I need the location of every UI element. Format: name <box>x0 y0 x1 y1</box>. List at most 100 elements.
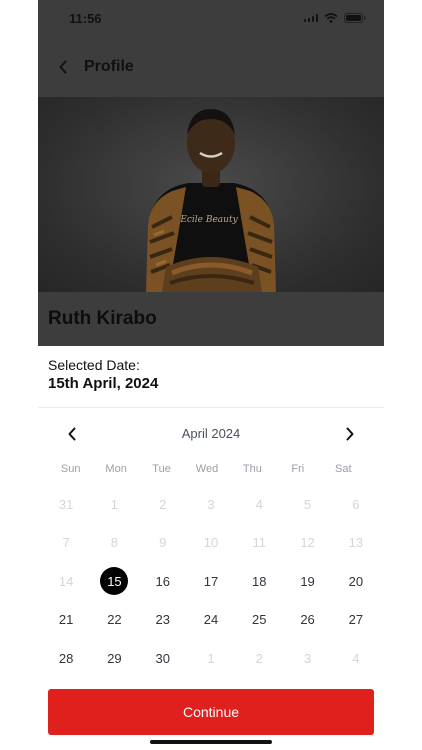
calendar-day-number: 10 <box>203 535 219 551</box>
calendar-day-number: 2 <box>255 650 263 666</box>
status-bar: 11:56 <box>38 0 384 38</box>
selected-date-label: Selected Date: <box>48 357 140 373</box>
calendar-day: 3 <box>187 485 235 524</box>
calendar-day-number: 31 <box>58 496 74 512</box>
calendar-week-row: 7 8 9 10 11 12 13 <box>42 524 380 563</box>
shirt-logo-text: Ecile Beauty <box>179 215 238 225</box>
calendar-grid: 31 1 2 3 4 5 6 7 8 9 10 11 12 13 14 15 16 17 18 19 20 21 22 23 2… <box>42 485 380 678</box>
calendar-week-row: 28 29 30 1 2 3 4 <box>42 639 380 678</box>
calendar-day-number: 17 <box>203 573 219 589</box>
calendar-day-number: 26 <box>300 612 315 628</box>
profile-name: Ruth Kirabo <box>48 308 157 329</box>
calendar-day: 6 <box>332 485 380 524</box>
weekday-label: Sat <box>334 463 352 475</box>
divider <box>38 407 384 408</box>
calendar-day[interactable]: 20 <box>332 562 380 601</box>
calendar-day: 31 <box>42 485 90 524</box>
calendar-day-number: 29 <box>107 650 122 666</box>
calendar-day-selected[interactable]: 15 <box>90 562 138 601</box>
calendar-day[interactable]: 24 <box>187 601 235 640</box>
calendar-header: April 2024 <box>38 422 384 446</box>
selected-date-value: 15th April, 2024 <box>48 375 159 392</box>
calendar-day-number: 9 <box>159 535 167 551</box>
home-indicator <box>150 740 272 744</box>
calendar-day[interactable]: 23 <box>139 601 187 640</box>
dimmed-profile-area[interactable]: 11:56 Profile Ecile Beauty Ruth Kirabo <box>38 0 384 346</box>
calendar-day[interactable]: 30 <box>139 639 187 678</box>
calendar-day-number: 2 <box>159 496 167 512</box>
chevron-left-icon <box>59 60 67 74</box>
page-title: Profile <box>84 58 134 75</box>
calendar-day-number: 16 <box>155 573 170 589</box>
calendar-day-number: 18 <box>252 573 267 589</box>
calendar-day-number: 24 <box>203 612 219 628</box>
calendar-day: 10 <box>187 524 235 563</box>
calendar-day[interactable]: 17 <box>187 562 235 601</box>
calendar-day-number: 14 <box>58 573 74 589</box>
calendar-day: 11 <box>235 524 283 563</box>
calendar-day[interactable]: 28 <box>42 639 90 678</box>
status-icons <box>303 13 367 23</box>
calendar-day[interactable]: 16 <box>139 562 187 601</box>
calendar-day: 5 <box>283 485 331 524</box>
weekday-label: Mon <box>105 463 127 475</box>
calendar-day-number: 15 <box>100 567 129 596</box>
calendar-day-number: 20 <box>348 573 364 589</box>
calendar-day-number: 22 <box>107 612 122 628</box>
calendar-day[interactable]: 19 <box>283 562 331 601</box>
date-picker-sheet: Selected Date: 15th April, 2024 April 20… <box>38 346 384 750</box>
calendar-day: 7 <box>42 524 90 563</box>
calendar-day-number: 21 <box>58 612 74 628</box>
calendar-day-number: 30 <box>155 650 170 666</box>
calendar-day-number: 7 <box>62 535 70 551</box>
calendar-day-number: 19 <box>300 573 315 589</box>
profile-photo: Ecile Beauty <box>38 97 384 292</box>
weekday-label: Sun <box>60 463 81 475</box>
status-time: 11:56 <box>69 11 102 26</box>
app-screen: 11:56 Profile Ecile Beauty Ruth Kirabo S… <box>38 0 384 750</box>
calendar-day: 13 <box>332 524 380 563</box>
calendar-day-number: 23 <box>155 612 170 628</box>
calendar-day[interactable]: 29 <box>90 639 138 678</box>
calendar-day[interactable]: 25 <box>235 601 283 640</box>
weekday-label: Wed <box>195 463 219 475</box>
calendar-day-number: 6 <box>352 496 360 512</box>
weekday-label: Fri <box>291 463 305 475</box>
continue-button[interactable]: Continue <box>48 689 374 735</box>
calendar-day-number: 13 <box>348 535 364 551</box>
signal-icon <box>303 14 318 22</box>
calendar-day-number: 4 <box>352 650 360 666</box>
calendar-day: 8 <box>90 524 138 563</box>
calendar-day-number: 5 <box>303 496 312 512</box>
calendar-day[interactable]: 27 <box>332 601 380 640</box>
weekday-header-row: Sun Mon Tue Wed Thu Fri Sat <box>48 463 366 475</box>
calendar-day: 9 <box>139 524 187 563</box>
calendar-day: 2 <box>235 639 283 678</box>
calendar-day[interactable]: 22 <box>90 601 138 640</box>
next-month-button[interactable] <box>340 422 360 446</box>
weekday-label: Tue <box>152 463 171 475</box>
battery-icon <box>344 13 366 23</box>
calendar-day[interactable]: 21 <box>42 601 90 640</box>
calendar-day: 2 <box>139 485 187 524</box>
calendar-day[interactable]: 18 <box>235 562 283 601</box>
calendar-day-number: 25 <box>252 612 267 628</box>
calendar-day[interactable]: 26 <box>283 601 331 640</box>
calendar-day-number: 1 <box>207 650 215 666</box>
calendar-day: 12 <box>283 524 331 563</box>
calendar-day-number: 8 <box>110 535 119 551</box>
calendar-day-number: 11 <box>252 535 267 551</box>
calendar-week-row: 14 15 16 17 18 19 20 <box>42 562 380 601</box>
calendar-month-label: April 2024 <box>181 426 241 441</box>
calendar-day-number: 3 <box>303 650 312 666</box>
calendar-day-number: 27 <box>348 612 364 628</box>
wifi-icon <box>324 13 338 23</box>
calendar-day-number: 3 <box>207 496 215 512</box>
calendar-week-row: 21 22 23 24 25 26 27 <box>42 601 380 640</box>
calendar-week-row: 31 1 2 3 4 5 6 <box>42 485 380 524</box>
back-button[interactable] <box>50 54 76 80</box>
calendar-day-number: 4 <box>255 496 263 512</box>
calendar-day: 1 <box>187 639 235 678</box>
calendar-day-number: 28 <box>58 650 74 666</box>
nav-bar: Profile <box>38 46 384 88</box>
